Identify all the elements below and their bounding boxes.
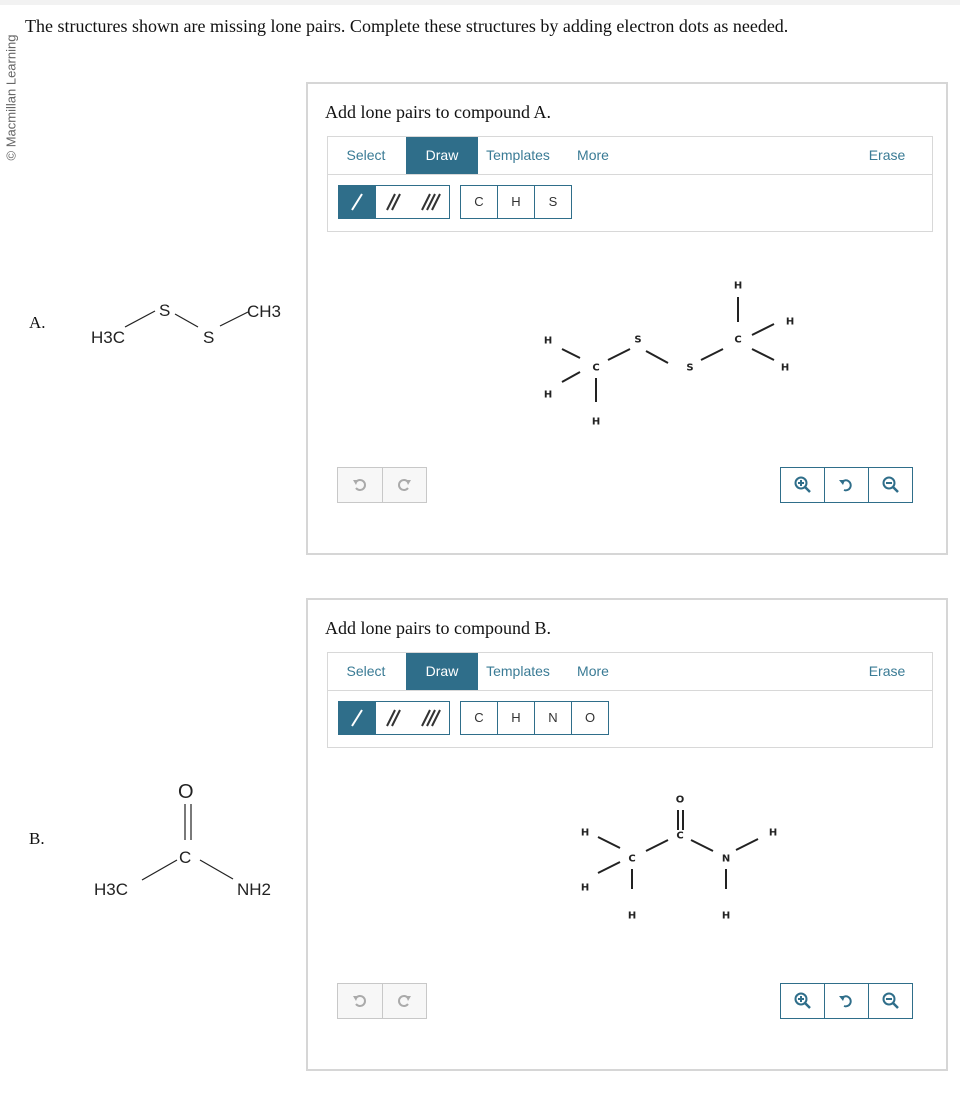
atom-button-s[interactable]: S: [534, 186, 571, 218]
reset-zoom-icon[interactable]: [824, 468, 868, 502]
atom-n[interactable]: N: [722, 854, 730, 865]
reset-zoom-icon[interactable]: [824, 984, 868, 1018]
undo-redo-group: [337, 467, 427, 503]
credit-text: © Macmillan Learning: [3, 34, 19, 161]
sketcher-toolbar: Select Draw Templates More Erase C H: [327, 136, 933, 232]
molecule-a-drawing[interactable]: C H H H S S C H H H: [327, 234, 933, 466]
atom-h-a[interactable]: H: [544, 336, 552, 347]
atom-s2[interactable]: S: [686, 363, 693, 374]
undo-icon[interactable]: [338, 468, 382, 502]
atom-s1[interactable]: S: [634, 335, 641, 346]
drawing-canvas[interactable]: O C C H H H N H H: [327, 750, 933, 982]
panel-b-title: Add lone pairs to compound B.: [325, 618, 551, 638]
tab-draw[interactable]: Draw: [406, 653, 478, 690]
atom-c2[interactable]: C: [676, 831, 683, 842]
atom-h-e[interactable]: H: [786, 317, 794, 328]
double-bond-icon[interactable]: [376, 186, 413, 218]
ref-o-label: O: [178, 781, 194, 803]
drawing-canvas[interactable]: C H H H S S C H H H: [327, 234, 933, 466]
atom-h-b[interactable]: H: [581, 883, 589, 894]
question-instructions: The structures shown are missing lone pa…: [25, 16, 789, 36]
top-bar: [0, 0, 960, 5]
atom-button-h[interactable]: H: [497, 186, 534, 218]
panel-a-title: Add lone pairs to compound A.: [325, 102, 551, 122]
atom-button-group: C H S: [460, 185, 572, 219]
tab-select[interactable]: Select: [336, 137, 396, 174]
atom-c1[interactable]: C: [592, 363, 599, 374]
redo-icon[interactable]: [381, 468, 427, 502]
tab-more[interactable]: More: [568, 653, 618, 690]
atom-h-e[interactable]: H: [722, 911, 730, 922]
atom-button-n[interactable]: N: [534, 702, 571, 734]
single-bond-icon[interactable]: [339, 186, 376, 218]
item-b-letter: B.: [29, 829, 45, 848]
tab-templates[interactable]: Templates: [480, 137, 556, 174]
triple-bond-icon[interactable]: [412, 186, 449, 218]
sketcher-toolbar: Select Draw Templates More Erase C H: [327, 652, 933, 748]
atom-button-o[interactable]: O: [571, 702, 608, 734]
erase-button[interactable]: Erase: [862, 137, 912, 174]
single-bond-icon[interactable]: [339, 702, 376, 734]
ref-nh2-label: NH2: [237, 880, 271, 899]
zoom-in-icon[interactable]: [781, 984, 824, 1018]
atom-button-c[interactable]: C: [461, 702, 497, 734]
erase-button[interactable]: Erase: [862, 653, 912, 690]
zoom-in-icon[interactable]: [781, 468, 824, 502]
atom-h-b[interactable]: H: [544, 390, 552, 401]
sketcher-panel-a: Add lone pairs to compound A. Select Dra…: [306, 82, 948, 555]
tab-templates[interactable]: Templates: [480, 653, 556, 690]
redo-icon[interactable]: [381, 984, 427, 1018]
atom-h-d[interactable]: H: [734, 281, 742, 292]
double-bond-icon[interactable]: [376, 702, 413, 734]
ref-c-label: C: [179, 848, 191, 867]
atom-o[interactable]: O: [676, 795, 685, 806]
bond-tool-group: [338, 185, 450, 219]
tab-more[interactable]: More: [568, 137, 618, 174]
ref-h3c-label: H3C: [91, 328, 125, 347]
compound-b-structure: O C H3C NH2: [94, 781, 271, 899]
atom-h-c[interactable]: H: [628, 911, 636, 922]
atom-button-group: C H N O: [460, 701, 609, 735]
ref-s1-label: S: [159, 301, 170, 320]
tab-bar: Select Draw Templates More Erase: [328, 137, 932, 175]
atom-button-c[interactable]: C: [461, 186, 497, 218]
tab-draw[interactable]: Draw: [406, 137, 478, 174]
ref-ch3-label: CH3: [247, 302, 281, 321]
zoom-controls: [780, 467, 913, 503]
compound-a-structure: H3C S S CH3: [91, 301, 281, 347]
atom-button-h[interactable]: H: [497, 702, 534, 734]
zoom-out-icon[interactable]: [868, 468, 912, 502]
atom-c2[interactable]: C: [734, 335, 741, 346]
tab-select[interactable]: Select: [336, 653, 396, 690]
item-a-letter: A.: [29, 313, 46, 332]
copyright-credit: © Macmillan Learning: [3, 28, 19, 168]
undo-redo-group: [337, 983, 427, 1019]
triple-bond-icon[interactable]: [412, 702, 449, 734]
atom-h-d[interactable]: H: [769, 828, 777, 839]
atom-h-a[interactable]: H: [581, 828, 589, 839]
atom-c1[interactable]: C: [628, 854, 635, 865]
tab-bar: Select Draw Templates More Erase: [328, 653, 932, 691]
ref-h3c-label: H3C: [94, 880, 128, 899]
atom-h-c[interactable]: H: [592, 417, 600, 428]
sketcher-panel-b: Add lone pairs to compound B. Select Dra…: [306, 598, 948, 1071]
ref-s2-label: S: [203, 328, 214, 347]
bond-tool-group: [338, 701, 450, 735]
undo-icon[interactable]: [338, 984, 382, 1018]
molecule-b-drawing[interactable]: O C C H H H N H H: [327, 750, 933, 982]
zoom-out-icon[interactable]: [868, 984, 912, 1018]
atom-h-f[interactable]: H: [781, 363, 789, 374]
zoom-controls: [780, 983, 913, 1019]
